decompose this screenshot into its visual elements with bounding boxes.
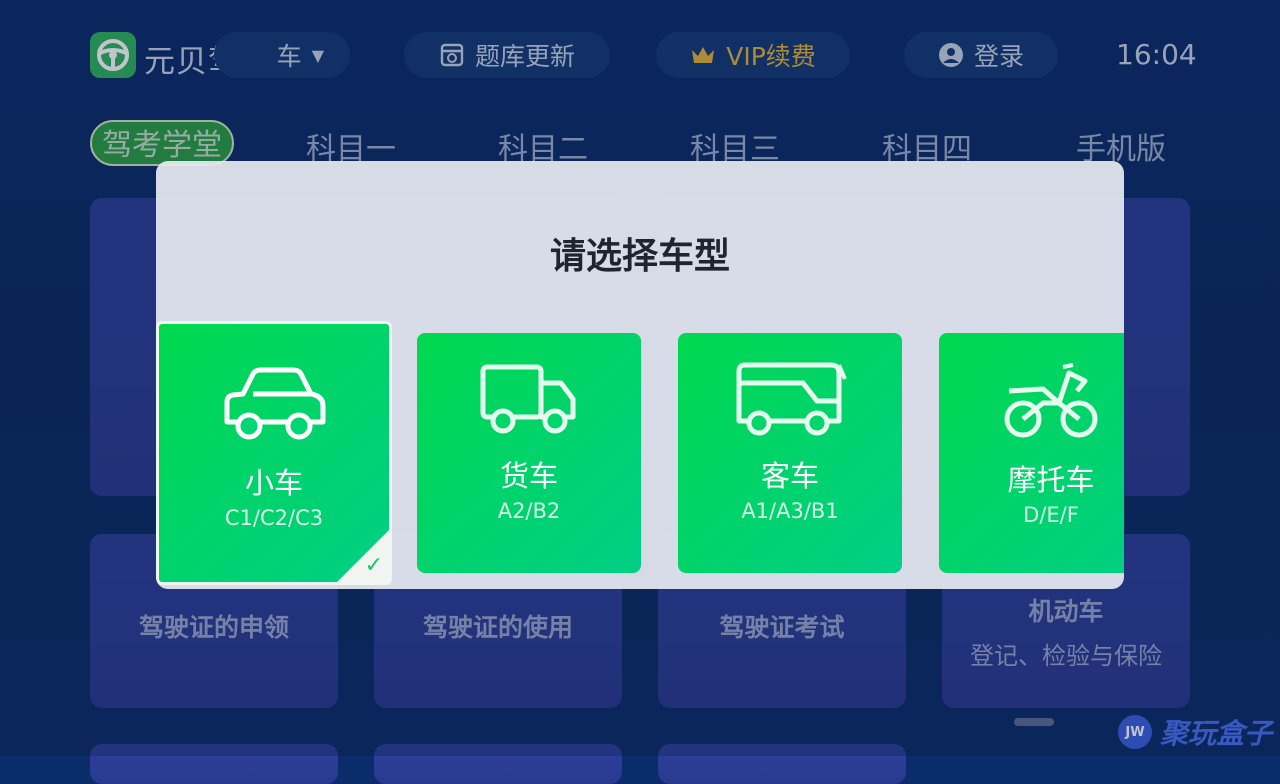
vehicle-option-car[interactable]: 小车 C1/C2/C3 ✓ <box>156 321 392 585</box>
checkmark-icon: ✓ <box>364 553 383 578</box>
car-icon <box>224 367 326 440</box>
vehicle-license-codes: A1/A3/B1 <box>741 499 839 523</box>
motorcycle-icon <box>1004 363 1098 438</box>
vehicle-type-dialog: 请选择车型 小车 C1/C2/C3 ✓ 货车 A2/B2 客车 A1/A3/B1… <box>156 161 1124 589</box>
vehicle-option-truck[interactable]: 货车 A2/B2 <box>417 333 641 573</box>
bus-icon <box>736 362 847 436</box>
vehicle-name: 客车 <box>760 459 819 493</box>
vehicle-license-codes: A2/B2 <box>497 499 561 523</box>
vehicle-license-codes: D/E/F <box>1023 503 1079 527</box>
vehicle-option-motorcycle[interactable]: 摩托车 D/E/F <box>939 333 1124 573</box>
vehicle-license-codes: C1/C2/C3 <box>224 506 324 530</box>
dialog-title: 请选择车型 <box>549 236 730 277</box>
vehicle-name: 小车 <box>244 466 303 500</box>
truck-icon <box>480 364 576 434</box>
vehicle-option-bus[interactable]: 客车 A1/A3/B1 <box>678 333 902 573</box>
vehicle-name: 摩托车 <box>1007 463 1095 497</box>
vehicle-name: 货车 <box>499 459 558 493</box>
